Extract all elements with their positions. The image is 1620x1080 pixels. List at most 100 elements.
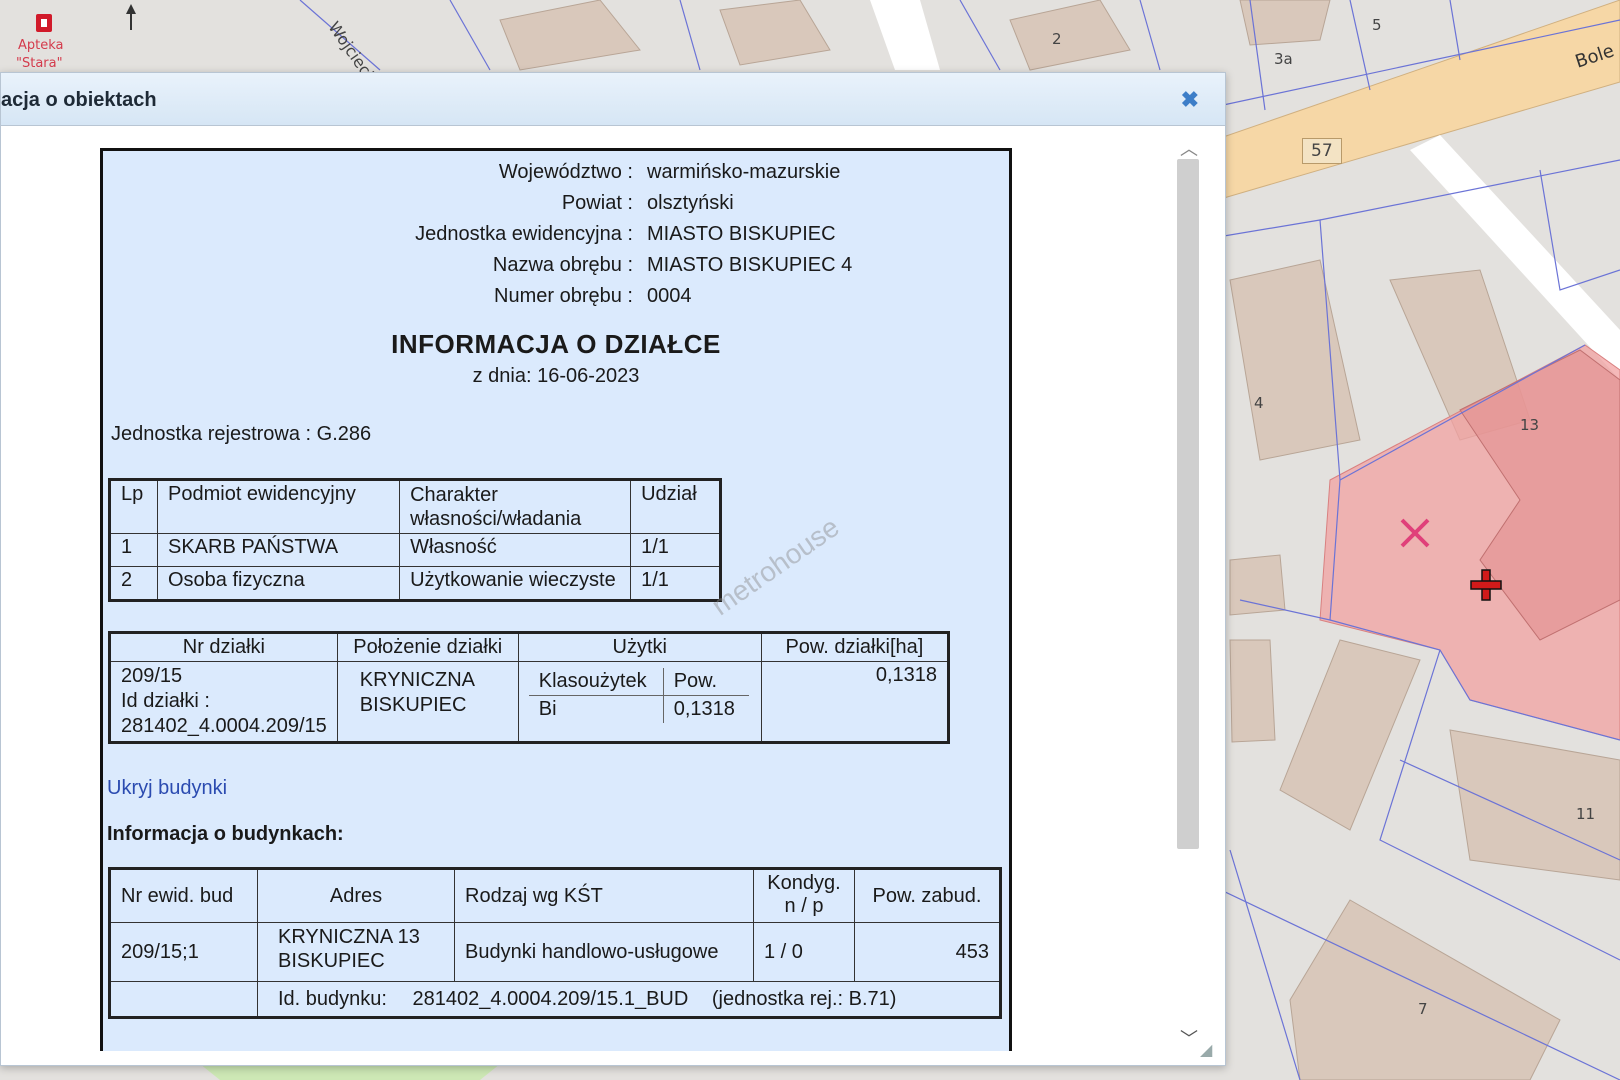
parcel-location-cell: KRYNICZNA BISKUPIEC <box>336 661 519 743</box>
building-floors: 1 / 0 <box>753 922 855 982</box>
building-area: 453 <box>854 922 1001 982</box>
header-label: Numer obrębu : <box>494 285 633 307</box>
close-icon[interactable]: ✖ <box>1181 87 1199 113</box>
column-header: Rodzaj wg KŚT <box>454 868 754 923</box>
column-header: Położenie działki <box>336 632 519 662</box>
header-value: warmińsko-mazurskie <box>647 161 841 183</box>
column-header: Podmiot ewidencyjny <box>156 479 401 534</box>
parcel-number-cell: 209/15 Id działki : 281402_4.0004.209/15 <box>109 661 338 743</box>
column-header: Pow. zabud. <box>854 868 1001 923</box>
column-header: Kondyg. n / p <box>753 868 855 923</box>
uses-area: 0,1318 <box>662 695 749 723</box>
dialog-title: acja o obiektach <box>1 89 157 111</box>
hide-buildings-link[interactable]: Ukryj budynki <box>107 777 227 800</box>
column-header: Udział <box>630 479 721 534</box>
uses-class: Bi <box>538 698 557 720</box>
scroll-thumb[interactable] <box>1177 159 1199 849</box>
column-header: Nr ewid. bud <box>109 868 258 923</box>
dialog-header[interactable]: acja o obiektach ✖ <box>1 73 1225 126</box>
building-7 <box>1289 899 1561 1080</box>
registration-unit: Jednostka rejestrowa : G.286 <box>111 423 372 445</box>
column-header: Charakter własności/władania <box>399 479 632 534</box>
building-id-label: Id. budynku: <box>278 987 387 1010</box>
table-row: Id. budynku: 281402_4.0004.209/15.1_BUD … <box>109 981 1001 1018</box>
house-number-11: 11 <box>1576 805 1596 823</box>
house-number-4: 4 <box>1254 394 1264 412</box>
house-number-5: 5 <box>1372 16 1382 34</box>
pharmacy-label: Apteka <box>18 38 64 53</box>
header-value: MIASTO BISKUPIEC <box>647 223 836 245</box>
vertical-scrollbar[interactable]: ︿ ﹀ <box>1176 135 1200 1053</box>
header-value: 0004 <box>647 285 692 307</box>
table-header-row: Nr ewid. bud Adres Rodzaj wg KŚT Kondyg.… <box>109 868 1001 923</box>
parcel-info-document: Województwo : warmińsko-mazurskie Powiat… <box>100 148 1012 1051</box>
building-4 <box>1229 259 1361 461</box>
header-label: Nazwa obrębu : <box>492 254 633 276</box>
header-label: Jednostka ewidencyjna : <box>415 223 633 245</box>
building-street: KRYNICZNA 13 <box>278 926 420 948</box>
pharmacy-icon <box>36 14 52 32</box>
building-209-17 <box>1279 639 1421 831</box>
owner-share: 1/1 <box>630 533 721 567</box>
table-row: 1 SKARB PAŃSTWA Własność 1/1 <box>109 533 721 567</box>
buildings-heading: Informacja o budynkach: <box>107 823 344 845</box>
building-top <box>499 0 641 71</box>
owners-table: Lp Podmiot ewidencyjny Charakter własnoś… <box>108 478 722 602</box>
building-top-1 <box>719 0 831 66</box>
document-title: INFORMACJA O DZIAŁCE <box>391 329 721 359</box>
parcel-id-label: Id działki : <box>121 690 210 712</box>
road-number-badge: 57 <box>1302 138 1342 164</box>
building-id-unit: (jednostka rej.: B.71) <box>711 987 897 1010</box>
resize-grip-icon[interactable]: ◢ <box>1200 1040 1212 1060</box>
house-number-13: 13 <box>1520 416 1540 434</box>
building-number: 209/15;1 <box>109 922 258 982</box>
table-header-row: Lp Podmiot ewidencyjny Charakter własnoś… <box>109 479 721 534</box>
table-row: 2 Osoba fizyczna Użytkowanie wieczyste 1… <box>109 566 721 601</box>
owner-lp: 1 <box>109 533 158 567</box>
house-number-2: 2 <box>1052 30 1062 48</box>
table-row: 209/15 Id działki : 281402_4.0004.209/15… <box>109 661 950 743</box>
empty-cell <box>109 981 258 1018</box>
building-type: Budynki handlowo-usługowe <box>454 922 754 982</box>
scroll-down-icon[interactable]: ﹀ <box>1180 1025 1198 1051</box>
column-header: Lp <box>109 479 158 534</box>
parcel-town: BISKUPIEC <box>359 694 467 716</box>
table-row: 209/15;1 KRYNICZNA 13 BISKUPIEC Budynki … <box>109 922 1001 982</box>
column-header: Nr działki <box>109 632 338 662</box>
house-number-3a: 3a <box>1274 50 1293 68</box>
column-header: Adres <box>257 868 455 923</box>
header-value: MIASTO BISKUPIEC 4 <box>647 254 853 276</box>
watermark: metrohouse <box>705 511 845 622</box>
north-arrow-icon <box>126 4 136 30</box>
table-header-row: Nr działki Położenie działki Użytki Pow.… <box>109 632 950 662</box>
parcel-uses-cell: Klasoużytek Pow. Bi 0,1318 <box>517 661 762 743</box>
uses-table: Klasoużytek Pow. Bi 0,1318 <box>528 668 749 723</box>
column-header: Użytki <box>517 632 762 662</box>
owner-name: Osoba fizyczna <box>156 566 401 601</box>
building-id-cell: Id. budynku: 281402_4.0004.209/15.1_BUD … <box>257 981 1001 1018</box>
header-row-jednostka: Jednostka ewidencyjna : MIASTO BISKUPIEC <box>103 223 1009 251</box>
header-label: Powiat : <box>561 192 633 214</box>
header-row-powiat: Powiat : olsztyński <box>103 192 1009 220</box>
document-date: z dnia: 16-06-2023 <box>472 365 640 387</box>
building-town: BISKUPIEC <box>278 950 385 972</box>
building-id-value: 281402_4.0004.209/15.1_BUD <box>412 987 689 1010</box>
header-row-nazwa-obrebu: Nazwa obrębu : MIASTO BISKUPIEC 4 <box>103 254 1009 282</box>
header-row-wojewodztwo: Województwo : warmińsko-mazurskie <box>103 161 1009 189</box>
owner-lp: 2 <box>109 566 158 601</box>
header-label: Województwo : <box>498 161 633 183</box>
column-header: Pow. działki[ha] <box>760 632 950 662</box>
building-2 <box>1009 0 1131 71</box>
green-area <box>200 1064 500 1080</box>
uses-header: Klasoużytek <box>528 668 664 696</box>
building-small <box>1229 554 1286 616</box>
building-address-cell: KRYNICZNA 13 BISKUPIEC <box>257 922 455 982</box>
pharmacy-sublabel: "Stara" <box>16 56 63 71</box>
scroll-up-icon[interactable]: ︿ <box>1180 135 1198 161</box>
parcel-street: KRYNICZNA <box>359 669 475 691</box>
parcel-area: 0,1318 <box>760 661 950 743</box>
owner-name: SKARB PAŃSTWA <box>156 533 401 567</box>
footpath-top <box>870 0 940 70</box>
header-row-numer-obrebu: Numer obrębu : 0004 <box>103 285 1009 313</box>
buildings-table: Nr ewid. bud Adres Rodzaj wg KŚT Kondyg.… <box>108 867 1002 1019</box>
